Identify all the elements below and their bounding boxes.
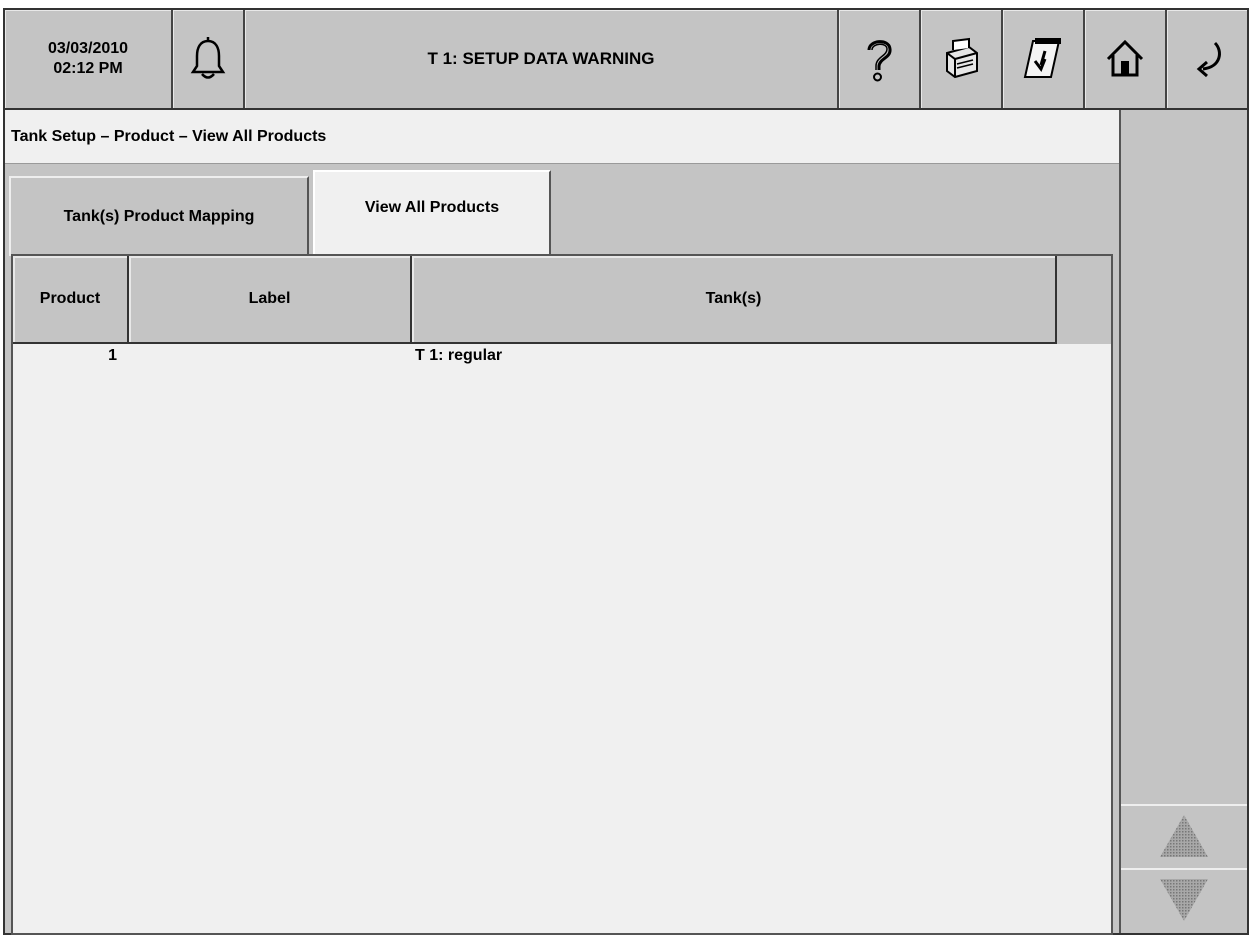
back-button[interactable] xyxy=(1167,10,1247,108)
home-button[interactable] xyxy=(1085,10,1167,108)
home-icon xyxy=(1106,39,1144,77)
products-table: Product Label Tank(s) 1 T 1: regular xyxy=(11,254,1113,935)
column-header-label: Label xyxy=(129,256,412,344)
tab-view-all-products[interactable]: View All Products xyxy=(313,170,551,254)
printer-icon xyxy=(946,37,978,79)
cell-product: 1 xyxy=(108,347,117,364)
column-header-tanks: Tank(s) xyxy=(412,256,1057,344)
triangle-up-icon xyxy=(1160,815,1208,857)
console-screen: 03/03/2010 02:12 PM T 1: SETUP DATA WARN… xyxy=(3,8,1249,935)
breadcrumb: Tank Setup – Product – View All Products xyxy=(5,110,1119,164)
column-header-product: Product xyxy=(13,256,129,344)
top-bar: 03/03/2010 02:12 PM T 1: SETUP DATA WARN… xyxy=(5,10,1247,110)
paper-feed-button[interactable] xyxy=(1003,10,1085,108)
triangle-down-icon xyxy=(1160,879,1208,921)
date-text: 03/03/2010 xyxy=(47,40,129,57)
alarm-title: T 1: SETUP DATA WARNING xyxy=(245,10,839,108)
tab-tank-product-mapping[interactable]: Tank(s) Product Mapping xyxy=(9,176,309,256)
time-text: 02:12 PM xyxy=(53,60,123,77)
alarm-bell-button[interactable] xyxy=(173,10,245,108)
cell-tanks: T 1: regular xyxy=(415,347,503,364)
scroll-column xyxy=(1119,110,1247,933)
table-body: 1 T 1: regular xyxy=(13,344,1111,368)
print-button[interactable] xyxy=(921,10,1003,108)
paper-feed-icon xyxy=(1023,38,1061,78)
help-icon xyxy=(867,40,892,82)
table-header: Product Label Tank(s) xyxy=(13,256,1111,344)
column-header-filler xyxy=(1057,256,1111,344)
back-arrow-icon xyxy=(1196,41,1221,78)
scroll-down-button[interactable] xyxy=(1121,868,1247,930)
datetime-display: 03/03/2010 02:12 PM xyxy=(5,10,173,108)
bell-icon xyxy=(190,37,226,79)
table-row[interactable]: 1 T 1: regular xyxy=(13,344,1111,368)
tab-strip: Tank(s) Product Mapping View All Product… xyxy=(5,168,1119,256)
scroll-up-button[interactable] xyxy=(1121,804,1247,866)
help-button[interactable] xyxy=(839,10,921,108)
